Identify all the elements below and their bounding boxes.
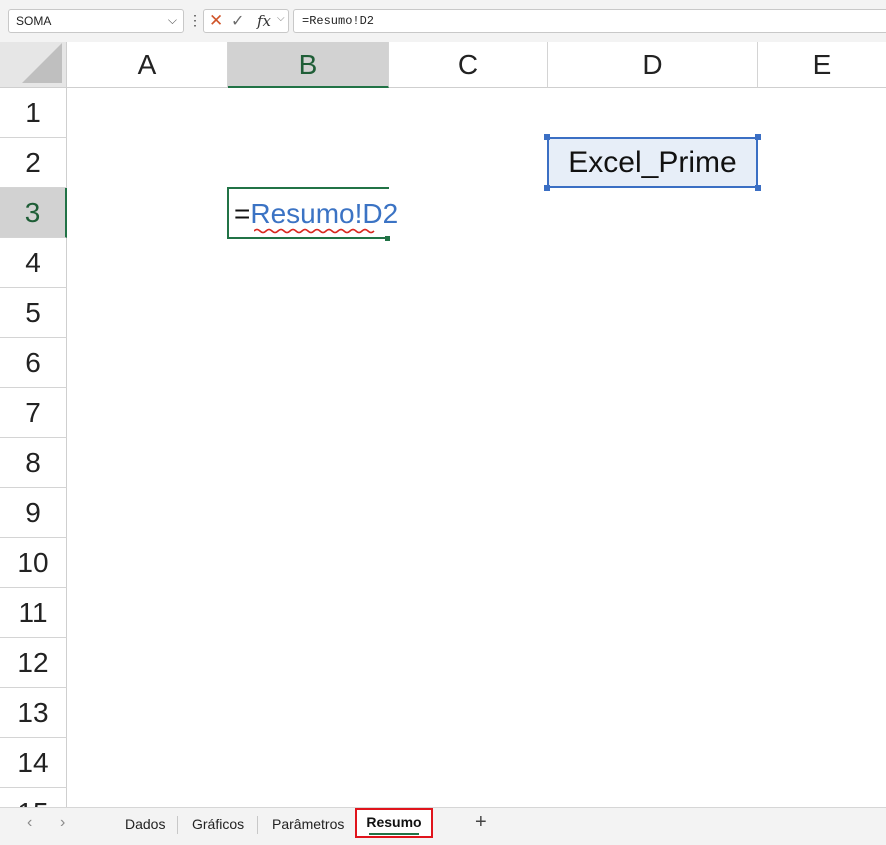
chevron-left-icon[interactable]: ‹ bbox=[27, 814, 32, 832]
column-header-b[interactable]: B bbox=[228, 42, 389, 88]
resize-handle[interactable] bbox=[755, 185, 761, 191]
row-header-8[interactable]: 8 bbox=[0, 438, 67, 488]
row-header-15[interactable]: 15 bbox=[0, 788, 67, 807]
row-header-9[interactable]: 9 bbox=[0, 488, 67, 538]
insert-function-button[interactable]: fx bbox=[257, 12, 271, 30]
row-header-1[interactable]: 1 bbox=[0, 88, 67, 138]
active-tab-indicator bbox=[369, 833, 419, 835]
check-icon[interactable]: ✓ bbox=[231, 11, 244, 31]
row-header-10[interactable]: 10 bbox=[0, 538, 67, 588]
tab-dados[interactable]: Dados bbox=[125, 816, 165, 832]
cell-d2-value: Excel_Prime bbox=[568, 146, 737, 179]
row-header-3[interactable]: 3 bbox=[0, 188, 67, 238]
column-header-d[interactable]: D bbox=[548, 42, 758, 88]
add-sheet-button[interactable]: + bbox=[475, 811, 487, 834]
formula-bar: SOMA ⌵ ⋮ ✕ ✓ fx ⌵ =Resumo!D2 bbox=[0, 0, 886, 42]
row-header-5[interactable]: 5 bbox=[0, 288, 67, 338]
row-header-12[interactable]: 12 bbox=[0, 638, 67, 688]
fill-handle[interactable] bbox=[385, 236, 390, 241]
formula-sheet-name: Resumo bbox=[250, 198, 355, 229]
column-header-c[interactable]: C bbox=[389, 42, 548, 88]
row-header-13[interactable]: 13 bbox=[0, 688, 67, 738]
tab-graficos[interactable]: Gráficos bbox=[192, 816, 244, 832]
name-box-value: SOMA bbox=[16, 14, 52, 28]
formula-text: =Resumo!D2 bbox=[302, 14, 375, 28]
formula-cell-ref: !D2 bbox=[354, 198, 399, 229]
resize-handle[interactable] bbox=[544, 185, 550, 191]
row-header-11[interactable]: 11 bbox=[0, 588, 67, 638]
sheet-tabs-bar: ‹ › Dados Gráficos Parâmetros Resumo + bbox=[0, 807, 886, 845]
row-header-4[interactable]: 4 bbox=[0, 238, 67, 288]
resize-handle[interactable] bbox=[755, 134, 761, 140]
row-header-6[interactable]: 6 bbox=[0, 338, 67, 388]
row-header-14[interactable]: 14 bbox=[0, 738, 67, 788]
cell-d2[interactable]: Excel_Prime bbox=[547, 137, 758, 188]
row-header-2[interactable]: 2 bbox=[0, 138, 67, 188]
column-header-a[interactable]: A bbox=[67, 42, 228, 88]
tab-resumo[interactable]: Resumo bbox=[355, 808, 433, 838]
spelling-underline bbox=[254, 228, 375, 234]
close-icon[interactable]: ✕ bbox=[209, 11, 223, 31]
column-header-e[interactable]: E bbox=[758, 42, 886, 88]
more-options-icon[interactable]: ⋮ bbox=[188, 10, 202, 30]
formula-input[interactable]: =Resumo!D2 bbox=[293, 9, 886, 33]
tab-parametros[interactable]: Parâmetros bbox=[272, 816, 344, 832]
chevron-down-icon[interactable]: ⌵ bbox=[168, 13, 177, 28]
name-box[interactable]: SOMA ⌵ bbox=[8, 9, 184, 33]
select-all-button[interactable] bbox=[0, 42, 67, 88]
chevron-down-icon[interactable]: ⌵ bbox=[277, 13, 285, 24]
chevron-right-icon[interactable]: › bbox=[60, 814, 65, 832]
tab-resumo-label: Resumo bbox=[366, 814, 422, 830]
formula-buttons: ✕ ✓ fx ⌵ bbox=[203, 9, 289, 33]
row-header-7[interactable]: 7 bbox=[0, 388, 67, 438]
cell-b3-formula: =Resumo!D2 bbox=[234, 198, 398, 230]
resize-handle[interactable] bbox=[544, 134, 550, 140]
formula-equals: = bbox=[234, 198, 251, 229]
